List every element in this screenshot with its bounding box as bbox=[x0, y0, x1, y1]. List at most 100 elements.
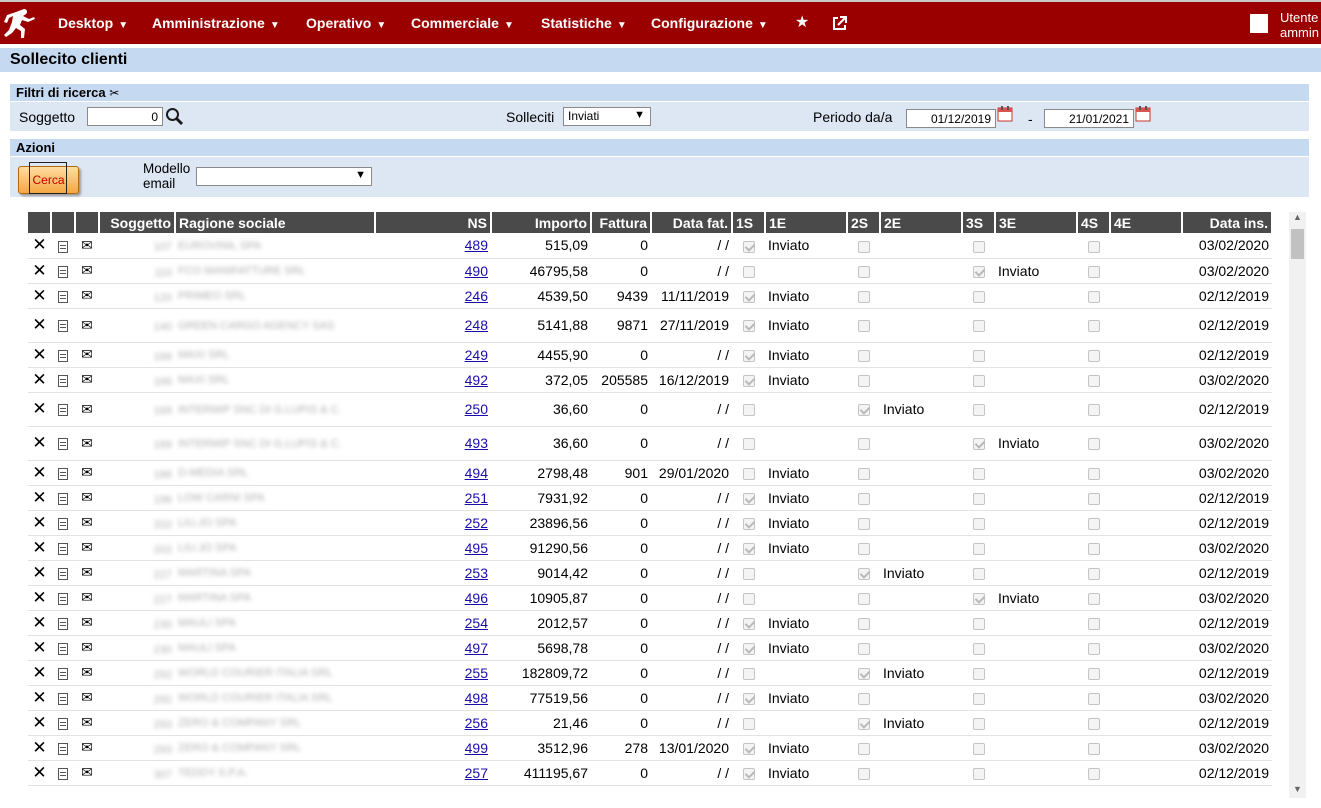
delete-x-icon[interactable]: ✕ bbox=[32, 315, 46, 334]
cell-4s[interactable] bbox=[1077, 367, 1110, 393]
cell-4s[interactable] bbox=[1077, 426, 1110, 461]
document-icon[interactable] bbox=[58, 667, 68, 680]
cell-4s[interactable] bbox=[1077, 535, 1110, 561]
document-icon[interactable] bbox=[58, 517, 68, 530]
document-icon[interactable] bbox=[58, 642, 68, 655]
delete-x-icon[interactable]: ✕ bbox=[32, 763, 46, 782]
envelope-icon[interactable]: ✉ bbox=[81, 764, 93, 780]
cell-ns[interactable]: 248 bbox=[375, 308, 491, 343]
cell-2s[interactable] bbox=[847, 233, 880, 259]
document-cell[interactable] bbox=[51, 635, 75, 661]
checkbox[interactable] bbox=[972, 667, 985, 680]
document-icon[interactable] bbox=[58, 290, 68, 303]
cell-2s[interactable] bbox=[847, 535, 880, 561]
ns-link[interactable]: 492 bbox=[465, 372, 488, 388]
mail-cell[interactable]: ✉ bbox=[75, 560, 99, 586]
document-icon[interactable] bbox=[58, 592, 68, 605]
checkbox[interactable] bbox=[857, 374, 870, 387]
cerca-button[interactable]: Cerca bbox=[18, 166, 79, 194]
document-icon[interactable] bbox=[58, 374, 68, 387]
cell-4s[interactable] bbox=[1077, 760, 1110, 786]
document-cell[interactable] bbox=[51, 367, 75, 393]
cell-1s[interactable] bbox=[732, 560, 765, 586]
document-icon[interactable] bbox=[58, 404, 68, 417]
cell-3s[interactable] bbox=[962, 560, 995, 586]
checkbox[interactable] bbox=[1087, 567, 1100, 580]
header-col-ragione-sociale[interactable]: Ragione sociale bbox=[175, 212, 376, 233]
runner-logo-icon[interactable] bbox=[4, 6, 40, 40]
header-col-action2[interactable] bbox=[51, 212, 76, 233]
mail-cell[interactable]: ✉ bbox=[75, 392, 99, 427]
cell-4s[interactable] bbox=[1077, 485, 1110, 511]
cell-3s[interactable] bbox=[962, 660, 995, 686]
checkbox[interactable] bbox=[857, 592, 870, 605]
document-cell[interactable] bbox=[51, 283, 75, 309]
checkbox[interactable] bbox=[857, 617, 870, 630]
scroll-thumb[interactable] bbox=[1291, 229, 1304, 259]
cell-4s[interactable] bbox=[1077, 460, 1110, 486]
checkbox[interactable] bbox=[972, 320, 985, 333]
checkbox[interactable] bbox=[1087, 517, 1100, 530]
cell-2s[interactable] bbox=[847, 585, 880, 611]
document-icon[interactable] bbox=[58, 717, 68, 730]
envelope-icon[interactable]: ✉ bbox=[81, 614, 93, 630]
cell-4s[interactable] bbox=[1077, 560, 1110, 586]
checkbox[interactable] bbox=[972, 349, 985, 362]
cell-4s[interactable] bbox=[1077, 685, 1110, 711]
delete-x-icon[interactable]: ✕ bbox=[32, 433, 46, 452]
cell-2s[interactable] bbox=[847, 660, 880, 686]
external-link-icon[interactable] bbox=[832, 16, 847, 31]
cell-1s[interactable] bbox=[732, 342, 765, 368]
search-icon[interactable] bbox=[165, 107, 184, 126]
document-icon[interactable] bbox=[58, 265, 68, 278]
envelope-icon[interactable]: ✉ bbox=[81, 589, 93, 605]
checkbox[interactable] bbox=[1087, 265, 1100, 278]
document-icon[interactable] bbox=[58, 742, 68, 755]
delete-cell[interactable]: ✕ bbox=[28, 585, 51, 611]
cell-2s[interactable] bbox=[847, 510, 880, 536]
cell-ns[interactable]: 252 bbox=[375, 510, 491, 536]
header-col-2e[interactable]: 2E bbox=[880, 212, 963, 233]
cell-1s[interactable] bbox=[732, 585, 765, 611]
cell-3s[interactable] bbox=[962, 735, 995, 761]
cell-3s[interactable] bbox=[962, 460, 995, 486]
checkbox[interactable] bbox=[1087, 592, 1100, 605]
date-to-input[interactable]: 21/01/2021 bbox=[1044, 109, 1134, 128]
delete-x-icon[interactable]: ✕ bbox=[32, 286, 46, 305]
cell-ns[interactable]: 492 bbox=[375, 367, 491, 393]
document-cell[interactable] bbox=[51, 685, 75, 711]
envelope-icon[interactable]: ✉ bbox=[81, 435, 93, 451]
ns-link[interactable]: 496 bbox=[465, 590, 488, 606]
delete-cell[interactable]: ✕ bbox=[28, 760, 51, 786]
document-icon[interactable] bbox=[58, 617, 68, 630]
cell-3s[interactable] bbox=[962, 233, 995, 259]
delete-cell[interactable]: ✕ bbox=[28, 735, 51, 761]
checkbox[interactable] bbox=[857, 542, 870, 555]
cell-3s[interactable] bbox=[962, 760, 995, 786]
delete-cell[interactable]: ✕ bbox=[28, 283, 51, 309]
checkbox[interactable] bbox=[857, 320, 870, 333]
delete-cell[interactable]: ✕ bbox=[28, 308, 51, 343]
ns-link[interactable]: 257 bbox=[465, 765, 488, 781]
document-cell[interactable] bbox=[51, 660, 75, 686]
document-cell[interactable] bbox=[51, 392, 75, 427]
checkbox[interactable] bbox=[972, 265, 985, 278]
delete-x-icon[interactable]: ✕ bbox=[32, 261, 46, 280]
cell-2s[interactable] bbox=[847, 635, 880, 661]
mail-cell[interactable]: ✉ bbox=[75, 283, 99, 309]
vertical-scrollbar[interactable]: ▲ ▼ bbox=[1289, 212, 1306, 798]
header-col-1s[interactable]: 1S bbox=[732, 212, 766, 233]
cell-3s[interactable] bbox=[962, 283, 995, 309]
checkbox[interactable] bbox=[972, 767, 985, 780]
delete-x-icon[interactable]: ✕ bbox=[32, 738, 46, 757]
cell-1s[interactable] bbox=[732, 535, 765, 561]
cell-2s[interactable] bbox=[847, 367, 880, 393]
cell-4s[interactable] bbox=[1077, 258, 1110, 284]
header-col-fattura[interactable]: Fattura bbox=[591, 212, 652, 233]
mail-cell[interactable]: ✉ bbox=[75, 233, 99, 259]
delete-x-icon[interactable]: ✕ bbox=[32, 345, 46, 364]
document-icon[interactable] bbox=[58, 240, 68, 253]
cell-1s[interactable] bbox=[732, 610, 765, 636]
checkbox[interactable] bbox=[742, 517, 755, 530]
cell-2s[interactable] bbox=[847, 610, 880, 636]
